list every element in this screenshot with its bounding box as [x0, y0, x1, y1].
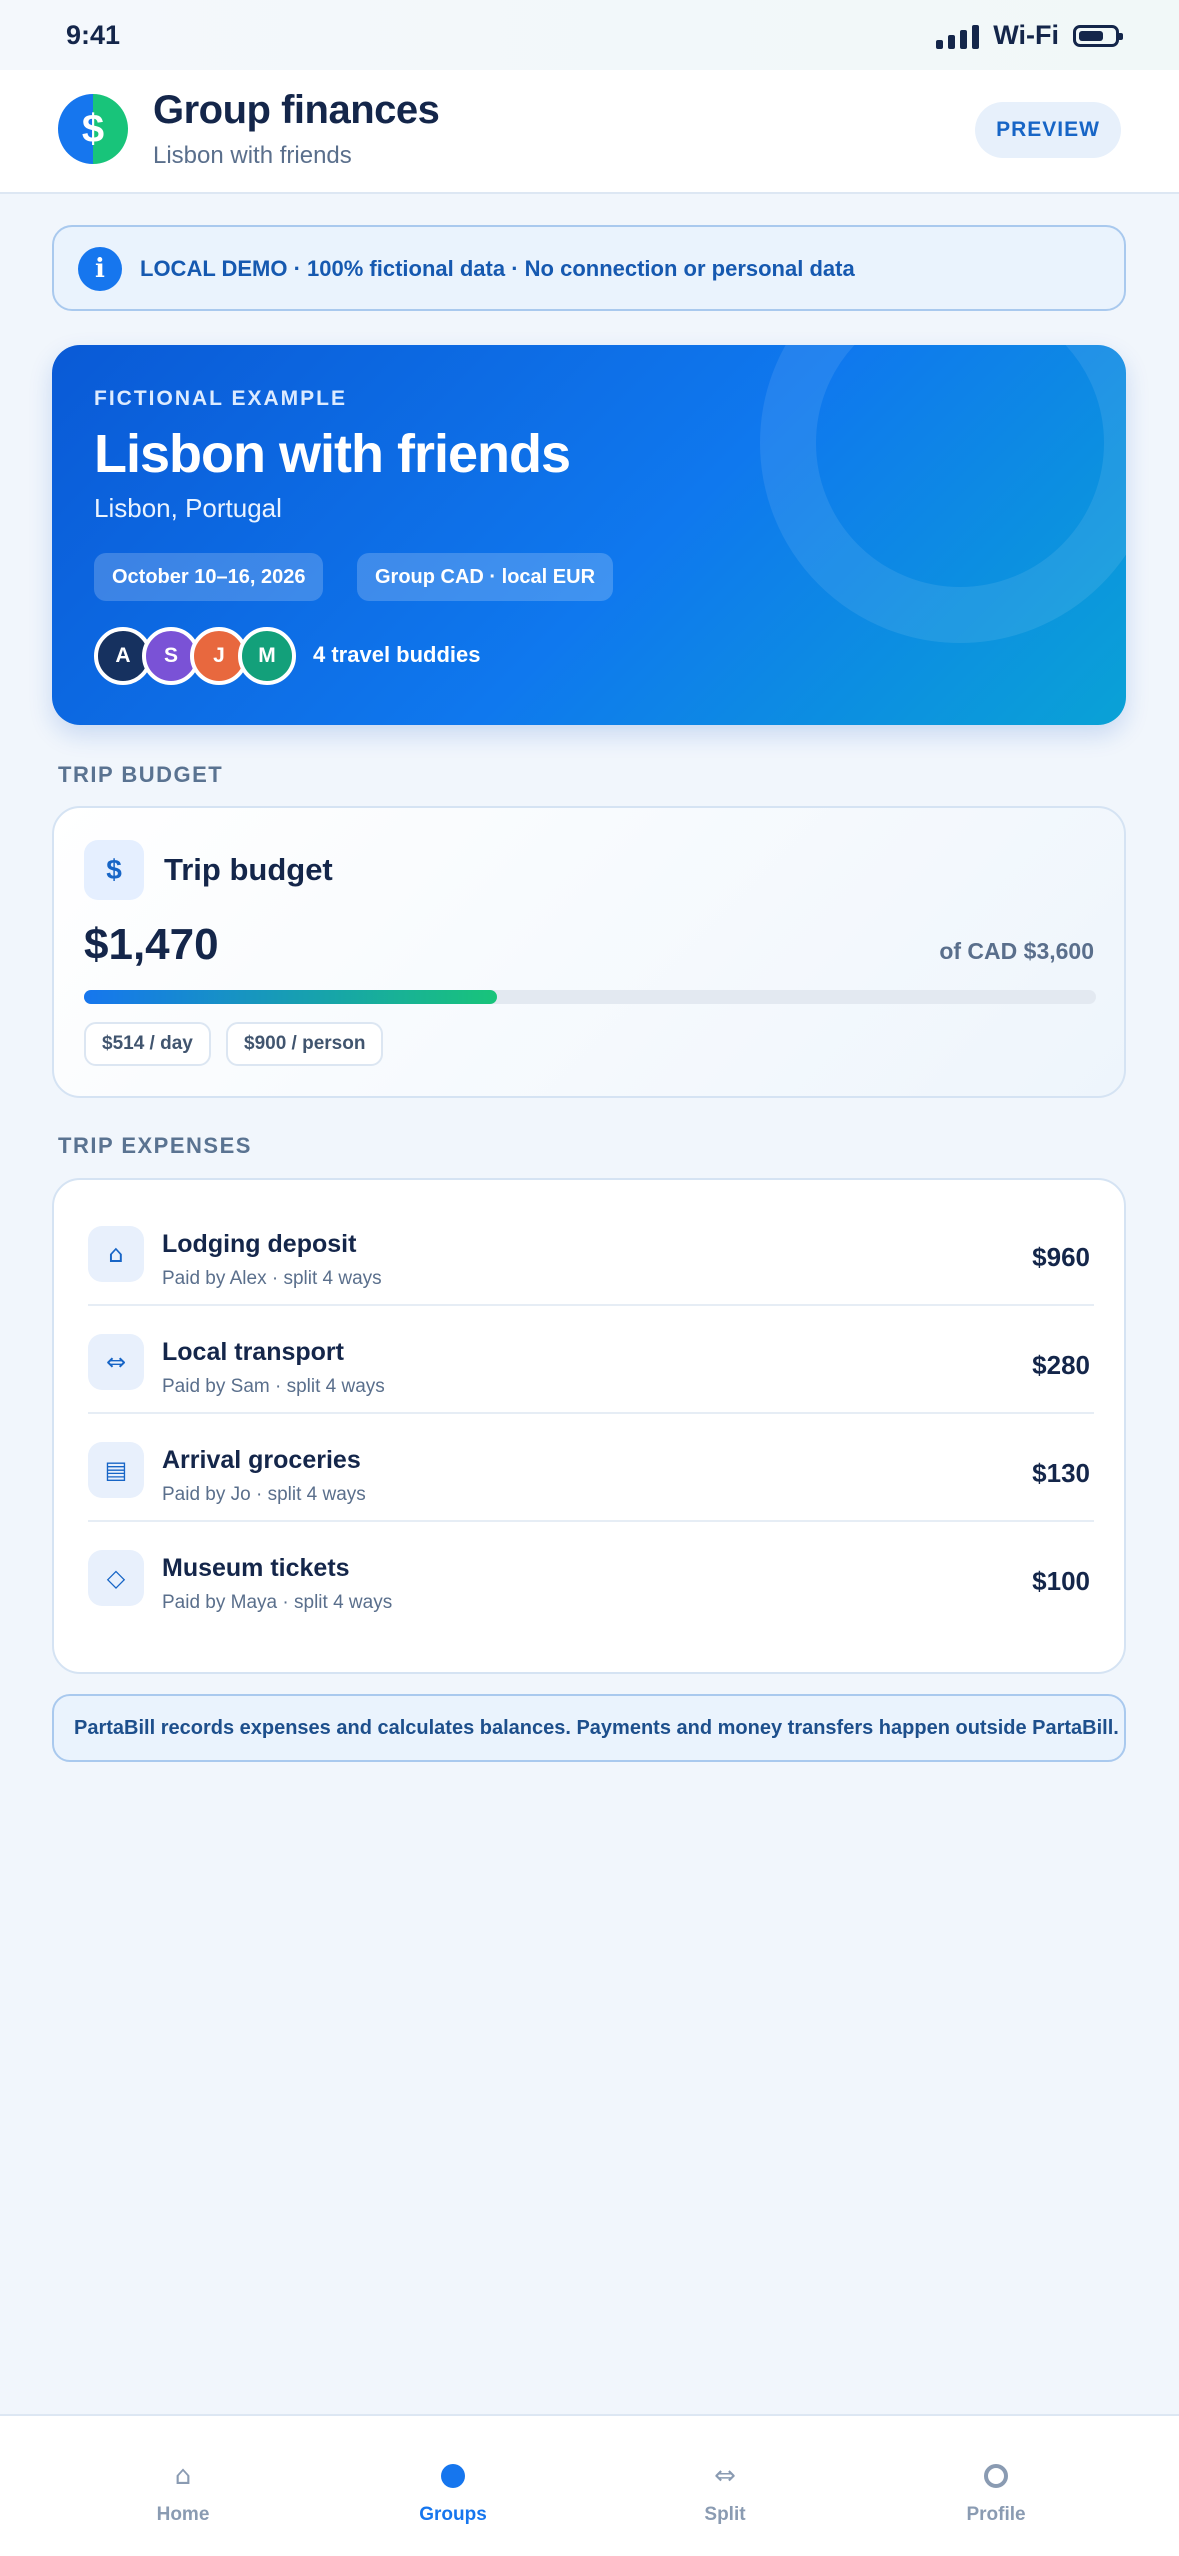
tab-label: Split [704, 2504, 746, 2525]
transport-icon: ⇔ [88, 1334, 144, 1390]
budget-title: Trip budget [164, 852, 333, 887]
list-item[interactable]: ⇔ Local transport Paid by Sam · split 4 … [88, 1306, 1094, 1414]
status-indicators: Wi-Fi [936, 20, 1123, 51]
tab-bar: ⌂ Home Groups ⇔ Split Profile [0, 2414, 1179, 2556]
demo-banner: i LOCAL DEMO · 100% fictional data · No … [52, 225, 1126, 311]
list-item[interactable]: ▤ Arrival groceries Paid by Jo · split 4… [88, 1414, 1094, 1522]
split-icon: ⇔ [714, 2461, 736, 2491]
groups-icon [363, 2460, 543, 2492]
avatar: M [238, 627, 296, 685]
groceries-icon: ▤ [88, 1442, 144, 1498]
app-header: $ Group finances Lisbon with friends PRE… [0, 70, 1179, 194]
per-day-pill: $514 / day [84, 1022, 211, 1066]
expense-amount: $130 [1032, 1458, 1090, 1488]
budget-spent: $1,470 [84, 920, 219, 969]
tab-home[interactable]: ⌂ Home [93, 2416, 273, 2536]
status-time: 9:41 [66, 20, 121, 50]
tab-label: Home [156, 2504, 210, 2525]
trip-dates-chip: October 10–16, 2026 [94, 553, 324, 601]
demo-banner-text: LOCAL DEMO · 100% fictional data · No co… [140, 256, 855, 281]
tab-groups[interactable]: Groups [363, 2416, 543, 2536]
decorative-ring [760, 345, 1126, 643]
budget-section-label: TRIP BUDGET [58, 762, 224, 787]
expense-meta: Paid by Jo · split 4 ways [162, 1484, 366, 1505]
expense-meta: Paid by Alex · split 4 ways [162, 1268, 382, 1289]
expense-meta: Paid by Maya · split 4 ways [162, 1592, 393, 1613]
status-bar: 9:41 Wi-Fi [0, 0, 1179, 70]
battery-icon [1073, 24, 1123, 47]
budget-total: of CAD $3,600 [939, 938, 1094, 964]
profile-icon [906, 2460, 1086, 2492]
trip-title: Lisbon with friends [94, 424, 571, 484]
expense-name: Arrival groceries [162, 1446, 361, 1474]
expense-list: ⌂ Lodging deposit Paid by Alex · split 4… [52, 1178, 1126, 1674]
per-person-pill: $900 / person [226, 1022, 384, 1066]
expense-name: Lodging deposit [162, 1230, 357, 1258]
budget-progress-bar [84, 990, 1096, 1004]
budget-progress-fill [84, 990, 497, 1004]
expense-name: Museum tickets [162, 1554, 350, 1582]
trip-eyebrow: FICTIONAL EXAMPLE [94, 387, 347, 410]
wifi-label: Wi-Fi [993, 20, 1059, 50]
expense-amount: $280 [1032, 1350, 1090, 1380]
tab-label: Profile [966, 2504, 1026, 2525]
expense-meta: Paid by Sam · split 4 ways [162, 1376, 385, 1397]
page-subtitle: Lisbon with friends [153, 142, 352, 169]
tab-split[interactable]: ⇔ Split [635, 2416, 815, 2536]
expense-amount: $960 [1032, 1242, 1090, 1272]
signal-icon [936, 23, 980, 49]
budget-card[interactable]: $ Trip budget $1,470 of CAD $3,600 $514 … [52, 806, 1126, 1098]
list-item[interactable]: ◇ Museum tickets Paid by Maya · split 4 … [88, 1522, 1094, 1630]
page-title: Group finances [153, 88, 440, 132]
trip-location: Lisbon, Portugal [94, 493, 282, 523]
tab-label: Groups [419, 2504, 487, 2525]
list-item[interactable]: ⌂ Lodging deposit Paid by Alex · split 4… [88, 1198, 1094, 1306]
ticket-icon: ◇ [88, 1550, 144, 1606]
expense-amount: $100 [1032, 1566, 1090, 1596]
app-logo-icon: $ [58, 94, 128, 164]
buddies-count: 4 travel buddies [313, 642, 481, 667]
home-icon: ⌂ [174, 2461, 192, 2491]
info-icon: i [78, 247, 122, 291]
tab-profile[interactable]: Profile [906, 2416, 1086, 2536]
trip-currency-chip: Group CAD · local EUR [357, 553, 614, 601]
expense-name: Local transport [162, 1338, 344, 1366]
expenses-section-label: TRIP EXPENSES [58, 1133, 252, 1158]
trip-card[interactable]: FICTIONAL EXAMPLE Lisbon with friends Li… [52, 345, 1126, 725]
dollar-icon: $ [84, 840, 144, 900]
disclaimer-note: PartaBill records expenses and calculate… [52, 1694, 1126, 1762]
preview-button[interactable]: PREVIEW [975, 102, 1121, 158]
home-icon: ⌂ [88, 1226, 144, 1282]
